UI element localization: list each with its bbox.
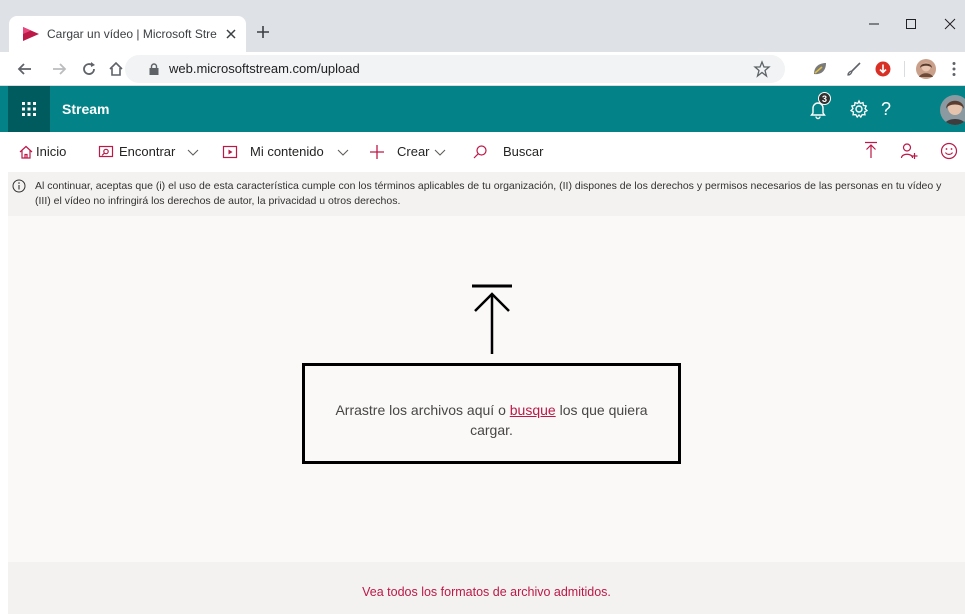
close-tab-icon[interactable] — [223, 26, 239, 42]
terms-notice-text: Al continuar, aceptas que (i) el uso de … — [35, 180, 942, 207]
discover-icon — [98, 145, 114, 158]
url-text: web.microsoftstream.com/upload — [169, 61, 360, 76]
footer-bar: Vea todos los formatos de archivo admiti… — [8, 562, 965, 614]
new-tab-icon[interactable] — [255, 24, 271, 40]
maximize-icon[interactable] — [901, 14, 921, 34]
reload-icon[interactable] — [80, 60, 98, 78]
close-window-icon[interactable] — [940, 14, 960, 34]
browser-tab-strip: Cargar un vídeo | Microsoft Strea — [0, 0, 965, 52]
stream-favicon-icon — [23, 27, 39, 41]
upload-area: Arrastre los archivos aquí o busque los … — [8, 216, 965, 562]
info-icon — [12, 179, 26, 193]
home-nav-icon — [19, 145, 33, 159]
search-icon[interactable] — [472, 144, 488, 160]
address-bar[interactable]: web.microsoftstream.com/upload — [125, 55, 785, 83]
waffle-icon — [22, 102, 36, 116]
lock-icon — [149, 63, 159, 75]
app-launcher-button[interactable] — [8, 86, 50, 132]
drop-zone-text: Arrastre los archivos aquí o busque los … — [325, 400, 658, 440]
user-avatar[interactable] — [940, 95, 965, 125]
nav-create[interactable]: Crear — [397, 144, 430, 160]
supported-formats-link[interactable]: Vea todos los formatos de archivo admiti… — [8, 585, 965, 599]
file-drop-zone[interactable]: Arrastre los archivos aquí o busque los … — [302, 363, 681, 464]
chevron-down-icon[interactable] — [336, 144, 350, 160]
extension-download-icon[interactable] — [874, 60, 892, 78]
minimize-icon[interactable] — [864, 14, 884, 34]
tab-title: Cargar un vídeo | Microsoft Strea — [47, 27, 217, 41]
back-icon[interactable] — [16, 60, 34, 78]
home-icon[interactable] — [107, 60, 125, 78]
plus-icon — [370, 145, 384, 159]
forward-icon[interactable] — [50, 60, 68, 78]
help-button[interactable]: ? — [874, 99, 898, 123]
drop-text-before: Arrastre los archivos aquí o — [335, 402, 510, 418]
chrome-menu-icon[interactable] — [945, 60, 963, 78]
stream-nav-bar: Inicio Encontrar Mi contenido Crear Busc… — [8, 132, 965, 172]
terms-notice: Al continuar, aceptas que (i) el uso de … — [8, 172, 965, 216]
upload-icon[interactable] — [863, 141, 879, 159]
notification-count-badge: 3 — [818, 92, 831, 105]
nav-my-content[interactable]: Mi contenido — [250, 144, 324, 160]
chevron-down-icon[interactable] — [433, 144, 447, 160]
feedback-smiley-icon[interactable] — [940, 142, 958, 160]
browser-toolbar: web.microsoftstream.com/upload — [0, 52, 965, 86]
settings-gear-icon[interactable] — [847, 97, 871, 121]
invite-person-icon[interactable] — [900, 142, 918, 160]
upload-arrow-icon — [472, 284, 512, 354]
extension-brush-icon[interactable] — [845, 60, 863, 78]
app-name[interactable]: Stream — [62, 101, 109, 117]
browser-tab[interactable]: Cargar un vídeo | Microsoft Strea — [9, 16, 246, 52]
profile-avatar-icon[interactable] — [916, 59, 936, 79]
extension-leaf-icon[interactable] — [811, 60, 829, 78]
toolbar-divider — [904, 61, 905, 77]
chevron-down-icon[interactable] — [186, 144, 200, 160]
nav-search[interactable]: Buscar — [503, 144, 543, 160]
browse-files-link[interactable]: busque — [510, 402, 556, 418]
nav-home[interactable]: Inicio — [36, 144, 66, 160]
nav-discover[interactable]: Encontrar — [119, 144, 175, 160]
bookmark-star-icon[interactable] — [753, 60, 771, 78]
my-content-icon — [222, 145, 238, 159]
